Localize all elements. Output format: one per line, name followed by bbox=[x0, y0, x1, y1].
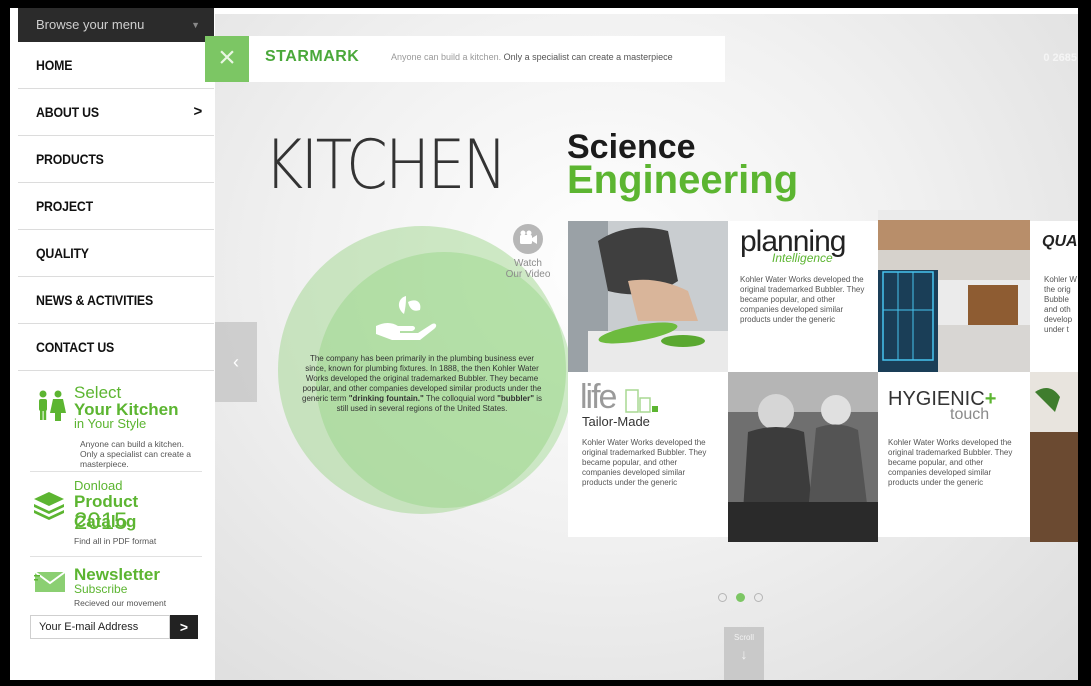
tile-photo-kitchen[interactable] bbox=[878, 210, 1030, 372]
photo-kitchen-blueprint bbox=[878, 210, 1030, 372]
video-label-line2: Our Video bbox=[505, 269, 551, 280]
chevron-down-icon: ▼ bbox=[191, 20, 200, 30]
about-text: The company has been primarily in the pl… bbox=[302, 354, 542, 413]
leaf-hand-icon bbox=[376, 296, 437, 340]
nav-label: HOME bbox=[36, 57, 73, 73]
scroll-button[interactable]: Scroll ↓ bbox=[724, 627, 764, 680]
tile-photo-partial[interactable] bbox=[1030, 372, 1078, 542]
nav-item-project[interactable]: PROJECT bbox=[18, 183, 214, 230]
building-icon bbox=[625, 389, 658, 413]
newsletter-form: > bbox=[30, 615, 198, 641]
promo-catalog-desc: Find all in PDF format bbox=[74, 536, 157, 546]
photo-kitchen-partial bbox=[1030, 372, 1078, 542]
sidebar: Browse your menu ▼ HOME ABOUT US > PRODUC… bbox=[18, 8, 214, 680]
nav-label: NEWS & ACTIVITIES bbox=[36, 292, 154, 308]
nav-item-about-us[interactable]: ABOUT US > bbox=[18, 89, 214, 136]
close-icon[interactable]: × bbox=[205, 36, 249, 82]
hygienic-text: Kohler Water Works developed the origina… bbox=[888, 438, 1013, 487]
headline-engineering: Engineering bbox=[567, 158, 799, 202]
photo-people-cooking bbox=[728, 372, 878, 542]
promo-newsletter-desc: Recieved our movement bbox=[74, 598, 167, 608]
tagline: Anyone can build a kitchen. Only a speci… bbox=[391, 52, 673, 62]
select-kitchen-promo[interactable]: Select Your Kitchen in Your Style Anyone… bbox=[30, 371, 202, 472]
tile-hygienic[interactable]: HYGIENIC+ touch Kohler Water Works devel… bbox=[878, 372, 1030, 537]
nav-item-home[interactable]: HOME bbox=[18, 42, 214, 89]
scroll-label: Scroll bbox=[733, 633, 754, 642]
promo-catalog-line1: Donload bbox=[74, 478, 123, 493]
tile-planning[interactable]: planning Intelligence Kohler Water Works… bbox=[728, 221, 878, 372]
life-text: Kohler Water Works developed the origina… bbox=[582, 438, 707, 487]
photo-chopping-vegetables bbox=[568, 221, 728, 372]
nav-item-news-activities[interactable]: NEWS & ACTIVITIES bbox=[18, 277, 214, 324]
life-subtitle: Tailor-Made bbox=[582, 414, 650, 429]
hygienic-subtitle: touch bbox=[950, 406, 990, 423]
life-title: life bbox=[580, 378, 617, 416]
pager-dot-1[interactable] bbox=[718, 593, 727, 602]
browse-menu-label: Browse your menu bbox=[36, 17, 145, 32]
top-bar: × STARMARK Anyone can build a kitchen. O… bbox=[205, 36, 725, 82]
headline-kitchen: KITCHEN bbox=[264, 126, 507, 205]
people-icon bbox=[39, 390, 66, 421]
nav-label: PROJECT bbox=[36, 198, 93, 214]
nav-label: ABOUT US bbox=[36, 104, 99, 120]
promo-catalog-year: 2015 bbox=[74, 508, 128, 535]
subscribe-button[interactable]: > bbox=[170, 615, 198, 639]
nav-label: CONTACT US bbox=[36, 339, 115, 355]
tile-photo-people[interactable] bbox=[728, 372, 878, 542]
promo-kitchen-line1: Select bbox=[74, 383, 122, 402]
promo-kitchen-desc: Anyone can build a kitchen. Only a speci… bbox=[80, 439, 192, 469]
tile-photo-chopping[interactable] bbox=[568, 221, 728, 372]
pager-dot-3[interactable] bbox=[754, 593, 763, 602]
browse-menu-toggle[interactable]: Browse your menu ▼ bbox=[18, 8, 214, 42]
arrow-down-icon: ↓ bbox=[740, 646, 748, 662]
previous-slide-button[interactable]: ‹ bbox=[215, 322, 257, 402]
chevron-right-icon: > bbox=[193, 103, 202, 120]
brand-logo[interactable]: STARMARK bbox=[265, 48, 359, 66]
planning-subtitle: Intelligence bbox=[772, 251, 833, 265]
layers-icon bbox=[34, 492, 64, 520]
nav-item-contact-us[interactable]: CONTACT US bbox=[18, 324, 214, 371]
promo-kitchen-line3: in Your Style bbox=[74, 416, 147, 431]
nav-label: PRODUCTS bbox=[36, 151, 104, 167]
mail-icon bbox=[34, 571, 66, 592]
tagline-bold: Only a specialist can create a masterpie… bbox=[503, 52, 673, 62]
video-camera-icon bbox=[513, 224, 543, 254]
quality-text: Kohler W the orig Bubble and oth develop… bbox=[1044, 275, 1077, 334]
video-label-line1: Watch bbox=[514, 258, 542, 269]
pager-dot-2[interactable] bbox=[736, 593, 745, 602]
nav-label: QUALITY bbox=[36, 245, 89, 261]
tagline-plain: Anyone can build a kitchen. bbox=[391, 52, 502, 62]
tile-quality[interactable]: QUA Kohler W the orig Bubble and oth dev… bbox=[1030, 221, 1078, 372]
nav-item-products[interactable]: PRODUCTS bbox=[18, 136, 214, 183]
newsletter-promo: Newsletter Subscribe Recieved our moveme… bbox=[30, 557, 202, 613]
product-catalog-promo[interactable]: Donload Product Catalog 2015 Find all in… bbox=[30, 472, 202, 557]
planning-text: Kohler Water Works developed the origina… bbox=[740, 275, 865, 324]
promo-newsletter-line2: Subscribe bbox=[74, 582, 128, 596]
tile-life[interactable]: life Tailor-Made Kohler Water Works deve… bbox=[568, 372, 728, 537]
slide-pager bbox=[718, 589, 772, 607]
quality-title: QUA bbox=[1042, 233, 1078, 250]
watch-video-button[interactable]: Watch Our Video bbox=[498, 224, 558, 280]
email-field[interactable] bbox=[30, 615, 170, 639]
phone-number: 0 2685 bbox=[1043, 52, 1077, 64]
nav-item-quality[interactable]: QUALITY bbox=[18, 230, 214, 277]
